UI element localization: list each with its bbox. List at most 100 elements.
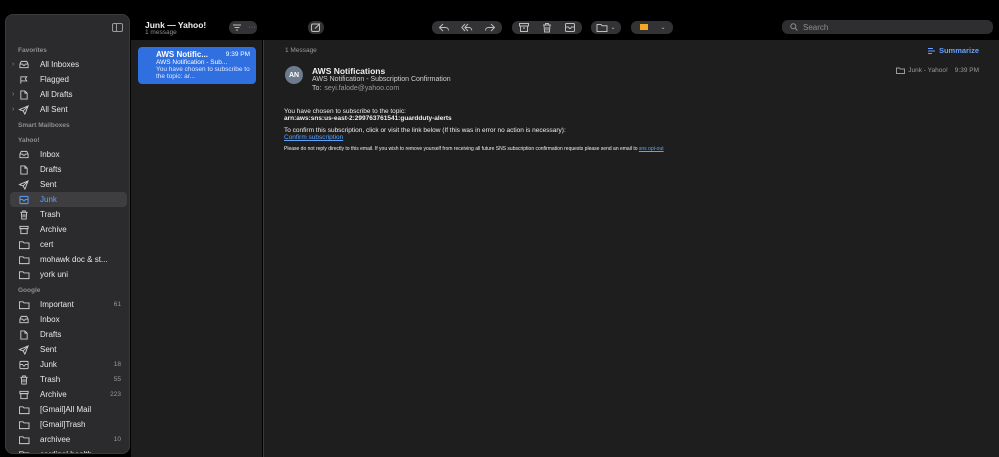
sidebar-item-yahoo-cert[interactable]: cert xyxy=(10,237,127,252)
disclosure-chevron-icon[interactable]: › xyxy=(12,106,14,113)
folder-icon xyxy=(19,451,30,453)
summarize-label: Summarize xyxy=(938,46,979,55)
sidebar-section-favorites: Favorites xyxy=(18,47,47,54)
sidebar-item-label: [Gmail]All Mail xyxy=(40,405,92,414)
sidebar-item-label: Inbox xyxy=(40,315,60,324)
disclosure-chevron-icon[interactable]: › xyxy=(12,61,14,68)
message-reader: 1 Message Summarize AN AWS Notifications… xyxy=(263,40,999,457)
paperplane-icon xyxy=(18,105,29,115)
junk-icon[interactable] xyxy=(564,22,576,33)
disclosure-chevron-icon[interactable]: › xyxy=(12,91,14,98)
paperplane-icon xyxy=(18,345,29,355)
archive-icon[interactable] xyxy=(518,22,530,33)
sidebar-item-yahoo-junk[interactable]: Junk xyxy=(10,192,127,207)
document-icon xyxy=(20,90,28,100)
message-list-item[interactable]: AWS Notific... 9:39 PM AWS Notification … xyxy=(138,47,256,84)
recipient-address[interactable]: seyi.falode@yahoo.com xyxy=(324,85,399,92)
sidebar-item-yahoo-drafts[interactable]: Drafts xyxy=(10,162,127,177)
tray-icon xyxy=(19,60,29,69)
folder-icon xyxy=(19,256,30,265)
sidebar-item-label: york uni xyxy=(40,270,69,279)
archive-icon xyxy=(19,225,29,235)
sidebar-item-yahoo-sent[interactable]: Sent xyxy=(10,177,127,192)
avatar: AN xyxy=(285,66,303,84)
sidebar-item-label: Drafts xyxy=(40,330,62,339)
sidebar-item-yahoo-inbox[interactable]: Inbox xyxy=(10,147,127,162)
sidebar-toggle-icon[interactable] xyxy=(112,23,123,32)
topic-arn: arn:aws:sns:us-east-2:299763761541:guard… xyxy=(284,115,452,122)
sidebar-item-yahoo-york-uni[interactable]: york uni xyxy=(10,267,127,282)
unread-count: 18 xyxy=(113,361,121,368)
filter-icon xyxy=(232,24,241,31)
compose-icon xyxy=(311,23,321,32)
sidebar-item-google-important[interactable]: Important 61 xyxy=(10,297,127,312)
mailbox-name: Junk - Yahoo! xyxy=(908,67,948,74)
email-body: You have chosen to subscribe to the topi… xyxy=(284,108,974,152)
flag-icon xyxy=(20,76,28,84)
folder-icon xyxy=(19,241,30,250)
more-icon[interactable]: ··· xyxy=(249,24,256,31)
filter-button[interactable]: ··· xyxy=(229,21,257,34)
unread-count: 55 xyxy=(113,376,121,383)
unread-count: 10 xyxy=(113,436,121,443)
sidebar-item-google-archivee[interactable]: archivee 10 xyxy=(10,432,127,447)
reply-icon[interactable] xyxy=(438,22,450,33)
unread-count: 223 xyxy=(110,391,121,398)
trash-icon xyxy=(20,210,28,220)
actions-group xyxy=(512,21,582,34)
sidebar-item-label: Archive xyxy=(40,225,67,234)
folder-icon xyxy=(19,436,30,445)
tray-icon xyxy=(19,315,29,324)
folder-icon xyxy=(896,67,906,74)
message-list: Junk — Yahoo! 1 message AWS Notific... 9… xyxy=(131,20,262,457)
body-footer: Please do not reply directly to this ema… xyxy=(284,146,664,152)
confirm-subscription-link[interactable]: Confirm subscription xyxy=(284,134,343,141)
junk-icon xyxy=(19,360,29,370)
folder-icon xyxy=(19,406,30,415)
sidebar-item-favorites-all-drafts[interactable]: › All Drafts xyxy=(10,87,127,102)
sidebar-item-google-trash[interactable]: Trash 55 xyxy=(10,372,127,387)
sidebar-item-label: archivee xyxy=(40,435,71,444)
sidebar-item-favorites-all-inboxes[interactable]: › All Inboxes xyxy=(10,57,127,72)
sidebar-item-google-sent[interactable]: Sent xyxy=(10,342,127,357)
summarize-button[interactable]: Summarize xyxy=(927,46,979,55)
main-toolbar: ⌄ ⌄ xyxy=(262,14,999,40)
message-time: 9:39 PM xyxy=(225,51,250,58)
recipient-line: To: seyi.falode@yahoo.com xyxy=(312,85,399,92)
move-button[interactable]: ⌄ xyxy=(591,21,621,34)
chevron-down-icon: ⌄ xyxy=(610,25,616,31)
sidebar-item-yahoo-archive[interactable]: Archive xyxy=(10,222,127,237)
sender-name[interactable]: AWS Notifications xyxy=(312,66,385,76)
document-icon xyxy=(20,330,28,340)
tray-icon xyxy=(19,150,29,159)
sidebar-item-label: Drafts xyxy=(40,165,62,174)
sidebar-item-yahoo-mohawk-doc-st[interactable]: mohawk doc & st... xyxy=(10,252,127,267)
sidebar-item-google-gmail-trash[interactable]: [Gmail]Trash xyxy=(10,417,127,432)
sidebar-item-label: All Inboxes xyxy=(40,60,80,69)
message-count: 1 message xyxy=(145,29,177,36)
search-field[interactable] xyxy=(782,20,993,34)
sidebar-item-label: Inbox xyxy=(40,150,60,159)
sidebar-item-label: Trash xyxy=(40,210,61,219)
sidebar-item-label: cardinal health xyxy=(40,450,117,453)
flag-button[interactable]: ⌄ xyxy=(631,21,673,34)
sidebar-item-label: Archive xyxy=(40,390,67,399)
folder-icon xyxy=(19,421,30,430)
reply-all-icon[interactable] xyxy=(461,22,473,33)
opt-out-link[interactable]: sns opt-out xyxy=(639,146,664,152)
sidebar-item-google-drafts[interactable]: Drafts xyxy=(10,327,127,342)
trash-icon[interactable] xyxy=(541,22,553,33)
sidebar-item-google-cardinal-health[interactable]: cardinal health xyxy=(10,447,127,453)
sidebar-item-label: Important xyxy=(40,300,74,309)
forward-icon[interactable] xyxy=(484,22,496,33)
sidebar-item-yahoo-trash[interactable]: Trash xyxy=(10,207,127,222)
sidebar-item-google-junk[interactable]: Junk 18 xyxy=(10,357,127,372)
sidebar-item-google-inbox[interactable]: Inbox xyxy=(10,312,127,327)
sidebar-item-favorites-all-sent[interactable]: › All Sent xyxy=(10,102,127,117)
folder-icon xyxy=(596,24,608,32)
sidebar-item-google-gmail-all-mail[interactable]: [Gmail]All Mail xyxy=(10,402,127,417)
search-input[interactable] xyxy=(803,22,983,32)
compose-button[interactable] xyxy=(308,21,324,34)
sidebar-item-google-archive[interactable]: Archive 223 xyxy=(10,387,127,402)
sidebar-item-favorites-flagged[interactable]: Flagged xyxy=(10,72,127,87)
